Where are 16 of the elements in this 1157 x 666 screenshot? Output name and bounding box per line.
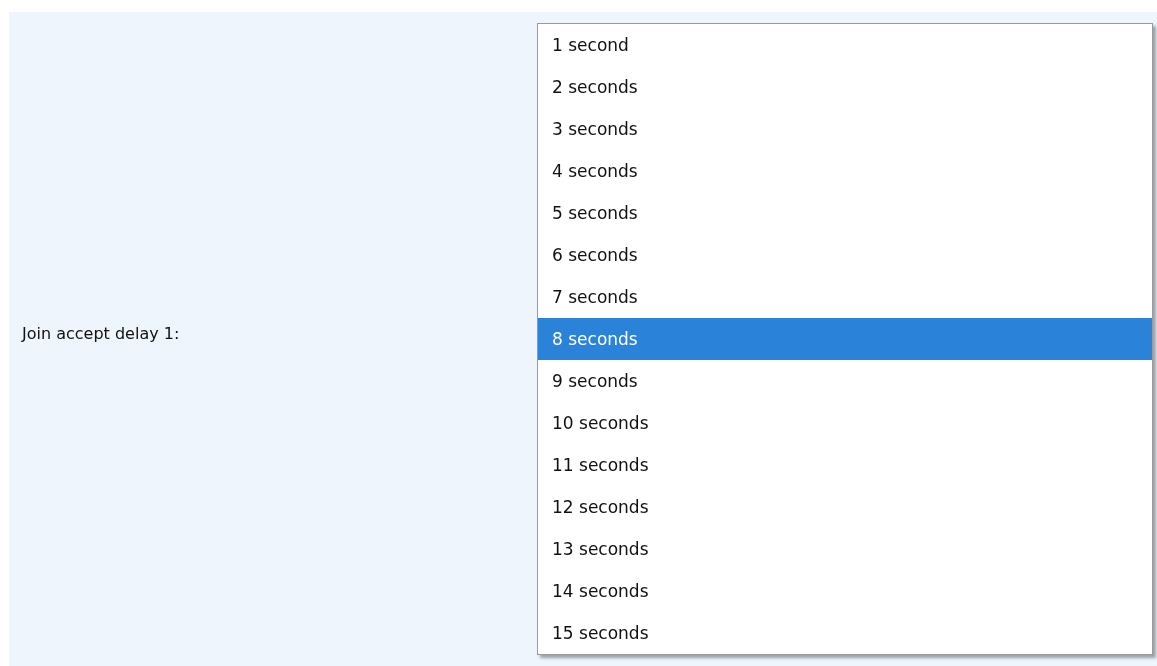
dropdown-option[interactable]: 7 seconds <box>538 276 1152 318</box>
dropdown-option[interactable]: 12 seconds <box>538 486 1152 528</box>
field-label: Join accept delay 1: <box>22 324 181 343</box>
dropdown-option[interactable]: 6 seconds <box>538 234 1152 276</box>
dropdown-option[interactable]: 11 seconds <box>538 444 1152 486</box>
dropdown-option[interactable]: 3 seconds <box>538 108 1152 150</box>
dropdown-option[interactable]: 4 seconds <box>538 150 1152 192</box>
dropdown-option[interactable]: 1 second <box>538 24 1152 66</box>
dropdown-option[interactable]: 15 seconds <box>538 612 1152 654</box>
dropdown-option[interactable]: 10 seconds <box>538 402 1152 444</box>
dropdown-option[interactable]: 2 seconds <box>538 66 1152 108</box>
dropdown-option[interactable]: 8 seconds <box>538 318 1152 360</box>
dropdown-option[interactable]: 9 seconds <box>538 360 1152 402</box>
dropdown-option[interactable]: 5 seconds <box>538 192 1152 234</box>
dropdown-option[interactable]: 13 seconds <box>538 528 1152 570</box>
dropdown-option[interactable]: 14 seconds <box>538 570 1152 612</box>
